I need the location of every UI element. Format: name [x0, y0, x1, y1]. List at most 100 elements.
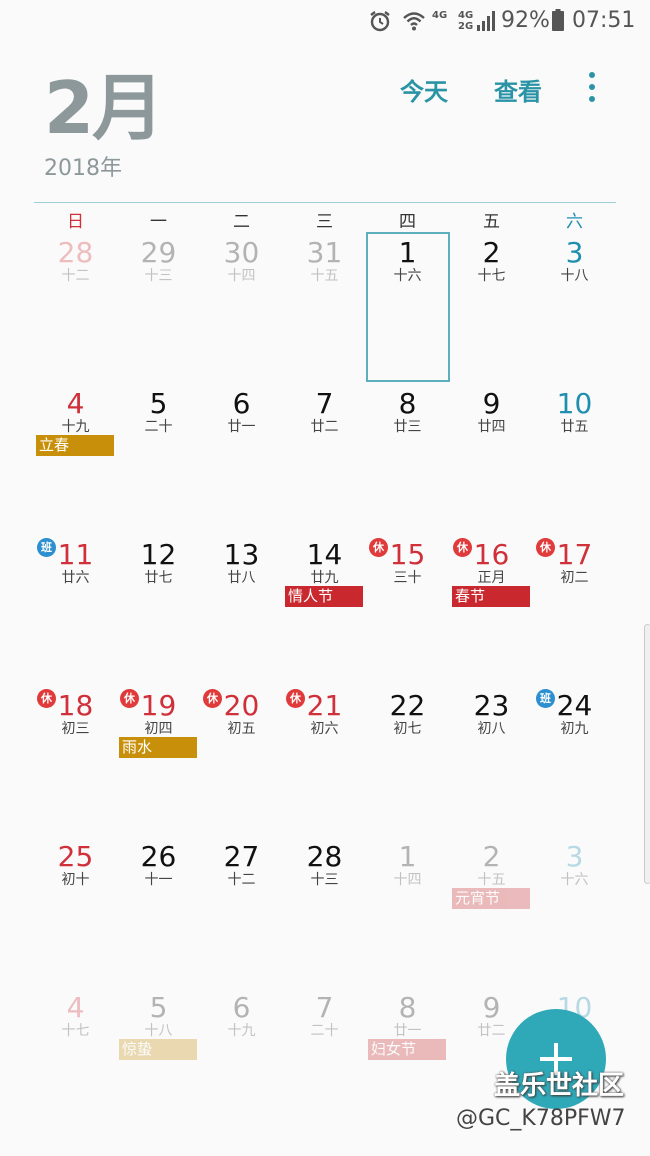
lunar-date: 二十 [310, 1023, 339, 1039]
day-cell[interactable]: 31 十五 [283, 232, 366, 383]
solar-term-event[interactable]: 雨水 [119, 737, 197, 758]
day-cell[interactable]: 14 廿九 情人节 [283, 534, 366, 685]
day-cell[interactable]: 18 初三休 [34, 685, 117, 836]
header-divider [34, 202, 616, 203]
day-cell[interactable]: 7 廿二 [283, 383, 366, 534]
day-cell[interactable]: 3 十八 [533, 232, 616, 383]
day-number: 4 [66, 991, 85, 1024]
lunar-date: 十八 [560, 268, 589, 284]
day-number: 5 [149, 387, 168, 420]
day-cell[interactable]: 19 初四休雨水 [117, 685, 200, 836]
network-label-secondary: 4G 2G [458, 10, 474, 32]
lunar-date: 十六 [560, 872, 589, 888]
edge-handle[interactable] [644, 624, 650, 884]
holiday-event[interactable]: 情人节 [285, 586, 363, 607]
lunar-date: 初七 [393, 721, 422, 737]
day-cell[interactable]: 24 初九班 [533, 685, 616, 836]
day-number: 28 [57, 236, 94, 269]
day-cell[interactable]: 27 十二 [200, 836, 283, 987]
day-cell[interactable]: 9 廿四 [450, 383, 533, 534]
day-cell[interactable]: 20 初五休 [200, 685, 283, 836]
weekday-header: 二 [233, 212, 250, 232]
day-number: 30 [223, 236, 260, 269]
day-cell[interactable]: 8 廿三 [366, 383, 449, 534]
day-cell[interactable]: 6 十九 [200, 987, 283, 1138]
lunar-date: 十九 [61, 419, 90, 435]
day-cell[interactable]: 4 十九 立春 [34, 383, 117, 534]
day-cell[interactable]: 22 初七 [366, 685, 449, 836]
day-cell[interactable]: 21 初六休 [283, 685, 366, 836]
lunar-date: 廿三 [393, 419, 422, 435]
holiday-event[interactable]: 妇女节 [368, 1039, 446, 1060]
lunar-date: 十一 [144, 872, 173, 888]
lunar-date: 十八 [144, 1023, 173, 1039]
wifi-icon [403, 12, 425, 31]
day-cell[interactable]: 17 初二休 [533, 534, 616, 685]
day-cell[interactable]: 3 十六 [533, 836, 616, 987]
day-cell[interactable]: 6 廿一 [200, 383, 283, 534]
month-title: 2月 [44, 66, 164, 150]
lunar-date: 廿六 [61, 570, 90, 586]
weekday-header: 一 [150, 212, 167, 232]
lunar-date: 初四 [144, 721, 173, 737]
holiday-event[interactable]: 元宵节 [452, 888, 530, 909]
day-cell[interactable]: 1 十四 [366, 836, 449, 987]
weekday-header: 三 [316, 212, 333, 232]
day-number: 3 [565, 840, 584, 873]
network-label: 4G [432, 10, 448, 21]
day-number: 9 [482, 387, 501, 420]
holiday-rest-badge: 休 [369, 538, 388, 557]
holiday-rest-badge: 休 [120, 689, 139, 708]
holiday-event[interactable]: 春节 [452, 586, 530, 607]
day-cell[interactable]: 28 十二 [34, 232, 117, 383]
day-number: 4 [66, 387, 85, 420]
lunar-date: 廿八 [227, 570, 256, 586]
workday-badge: 班 [536, 689, 555, 708]
day-cell[interactable]: 4 十七 [34, 987, 117, 1138]
today-button[interactable]: 今天 [400, 72, 448, 107]
day-cell[interactable]: 2 十五 元宵节 [450, 836, 533, 987]
lunar-date: 廿一 [227, 419, 256, 435]
day-cell[interactable]: 12 廿七 [117, 534, 200, 685]
view-button[interactable]: 查看 [494, 72, 542, 107]
day-cell[interactable]: 25 初十 [34, 836, 117, 987]
day-cell[interactable]: 26 十一 [117, 836, 200, 987]
day-cell[interactable]: 8 廿一 妇女节 [366, 987, 449, 1138]
day-number: 13 [223, 538, 260, 571]
lunar-date: 廿五 [560, 419, 589, 435]
day-cell[interactable]: 16 正月休春节 [450, 534, 533, 685]
workday-badge: 班 [37, 538, 56, 557]
battery-percent: 92% [501, 8, 550, 33]
day-number: 14 [306, 538, 343, 571]
day-cell[interactable]: 23 初八 [450, 685, 533, 836]
lunar-date: 廿七 [144, 570, 173, 586]
day-cell[interactable]: 2 十七 [450, 232, 533, 383]
day-cell[interactable]: 30 十四 [200, 232, 283, 383]
day-cell[interactable]: 13 廿八 [200, 534, 283, 685]
lunar-date: 十五 [310, 268, 339, 284]
day-number: 27 [223, 840, 260, 873]
day-number: 1 [398, 840, 417, 873]
watermark-user: @GC_K78PFW7 [456, 1106, 626, 1131]
day-cell[interactable]: 5 二十 [117, 383, 200, 534]
lunar-date: 十七 [477, 268, 506, 284]
lunar-date: 初六 [310, 721, 339, 737]
lunar-date: 廿二 [310, 419, 339, 435]
lunar-date: 十二 [227, 872, 256, 888]
more-options-icon[interactable] [582, 70, 602, 106]
solar-term-event[interactable]: 立春 [36, 435, 114, 456]
day-cell[interactable]: 15 三十休 [366, 534, 449, 685]
holiday-rest-badge: 休 [37, 689, 56, 708]
day-number: 6 [232, 991, 251, 1024]
day-cell[interactable]: 10 廿五 [533, 383, 616, 534]
day-number: 9 [482, 991, 501, 1024]
day-cell[interactable]: 5 十八 惊蛰 [117, 987, 200, 1138]
day-cell[interactable]: 7 二十 [283, 987, 366, 1138]
day-cell[interactable]: 28 十三 [283, 836, 366, 987]
solar-term-event[interactable]: 惊蛰 [119, 1039, 197, 1060]
day-cell[interactable]: 11 廿六班 [34, 534, 117, 685]
watermark-community: 盖乐世社区 [494, 1071, 625, 1101]
day-number: 6 [232, 387, 251, 420]
day-cell[interactable]: 29 十三 [117, 232, 200, 383]
lunar-date: 初二 [560, 570, 589, 586]
